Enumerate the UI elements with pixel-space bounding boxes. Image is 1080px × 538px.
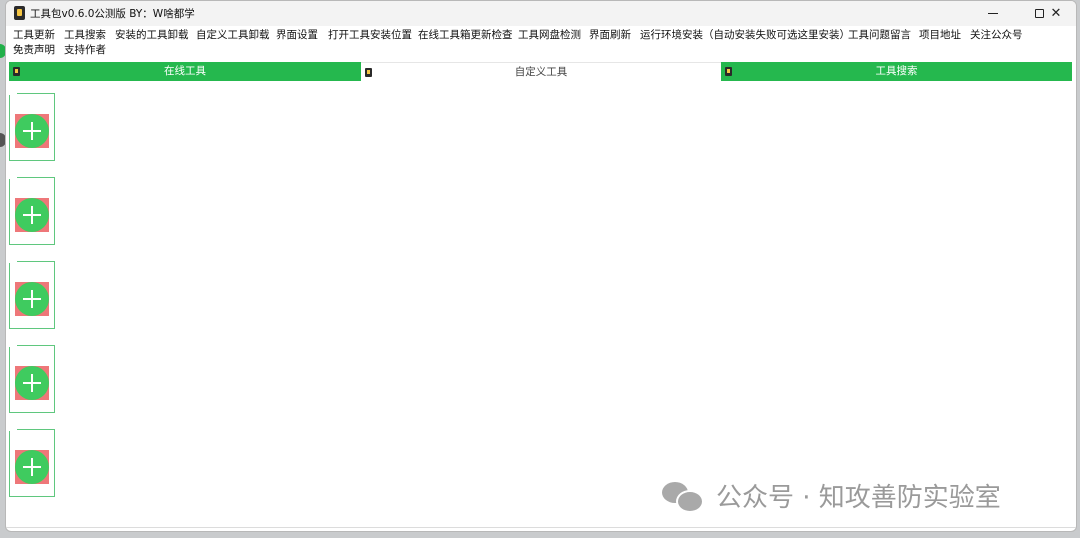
minimize-button[interactable] — [970, 1, 1016, 26]
menu-item-project-address[interactable]: 项目地址 — [919, 28, 961, 42]
menu-item-runtime-install[interactable]: 运行环境安装（自动安装失败可选这里安装） — [640, 28, 850, 42]
tab-label: 工具搜索 — [875, 65, 918, 77]
tab-custom-tools[interactable]: 自定义工具 — [361, 62, 721, 81]
menu-item-support-author[interactable]: 支持作者 — [64, 43, 106, 57]
bottom-divider — [6, 527, 1076, 528]
menu-item-refresh[interactable]: 界面刷新 — [589, 28, 631, 42]
tab-label: 自定义工具 — [514, 66, 568, 78]
menu-bar: 工具更新 工具搜索 安装的工具卸载 自定义工具卸载 界面设置 打开工具安装位置 … — [6, 26, 1076, 58]
menu-item-disclaimer[interactable]: 免责声明 — [13, 43, 55, 57]
close-button[interactable]: ✕ — [1036, 1, 1076, 26]
tool-card — [9, 259, 55, 329]
tab-bar: 在线工具 自定义工具 工具搜索 — [9, 62, 1072, 81]
plus-icon — [15, 114, 49, 148]
tab-app-icon — [13, 67, 20, 76]
menu-item-tool-update[interactable]: 工具更新 — [13, 28, 55, 42]
app-window: 工具包v0.6.0公测版 BY：W啥都学 ✕ 工具更新 工具搜索 安装的工具卸载… — [5, 0, 1077, 532]
close-icon: ✕ — [1050, 6, 1062, 21]
title-bar[interactable]: 工具包v0.6.0公测版 BY：W啥都学 ✕ — [6, 1, 1076, 26]
tool-card — [9, 91, 55, 161]
tool-card — [9, 175, 55, 245]
add-tool-button[interactable] — [15, 114, 49, 148]
plus-icon — [15, 366, 49, 400]
tool-card — [9, 427, 55, 497]
menu-item-ui-settings[interactable]: 界面设置 — [276, 28, 318, 42]
plus-icon — [15, 198, 49, 232]
tab-app-icon — [365, 68, 372, 77]
menu-item-uninstall-installed[interactable]: 安装的工具卸载 — [115, 28, 189, 42]
plus-icon — [15, 450, 49, 484]
tab-online-tools[interactable]: 在线工具 — [9, 62, 361, 81]
app-icon — [14, 6, 25, 20]
plus-icon — [15, 282, 49, 316]
tool-card — [9, 343, 55, 413]
menu-item-netdisk-check[interactable]: 工具网盘检测 — [518, 28, 581, 42]
menu-item-follow-account[interactable]: 关注公众号 — [970, 28, 1023, 42]
minimize-icon — [988, 13, 998, 14]
add-tool-button[interactable] — [15, 366, 49, 400]
watermark: 公众号 · 知攻善防实验室 — [660, 475, 1001, 515]
menu-item-open-install-location[interactable]: 打开工具安装位置 — [328, 28, 412, 42]
menu-item-tool-search[interactable]: 工具搜索 — [64, 28, 106, 42]
tab-app-icon — [725, 67, 732, 76]
watermark-text: 公众号 · 知攻善防实验室 — [716, 482, 1001, 513]
wechat-icon — [660, 478, 704, 513]
menu-item-uninstall-custom[interactable]: 自定义工具卸载 — [196, 28, 270, 42]
add-tool-button[interactable] — [15, 450, 49, 484]
add-tool-button[interactable] — [15, 198, 49, 232]
add-tool-button[interactable] — [15, 282, 49, 316]
menu-item-feedback[interactable]: 工具问题留言 — [848, 28, 911, 42]
tab-tool-search[interactable]: 工具搜索 — [721, 62, 1072, 81]
tab-label: 在线工具 — [164, 65, 206, 77]
menu-item-check-update[interactable]: 在线工具箱更新检查 — [418, 28, 513, 42]
window-title: 工具包v0.6.0公测版 BY：W啥都学 — [30, 8, 195, 20]
